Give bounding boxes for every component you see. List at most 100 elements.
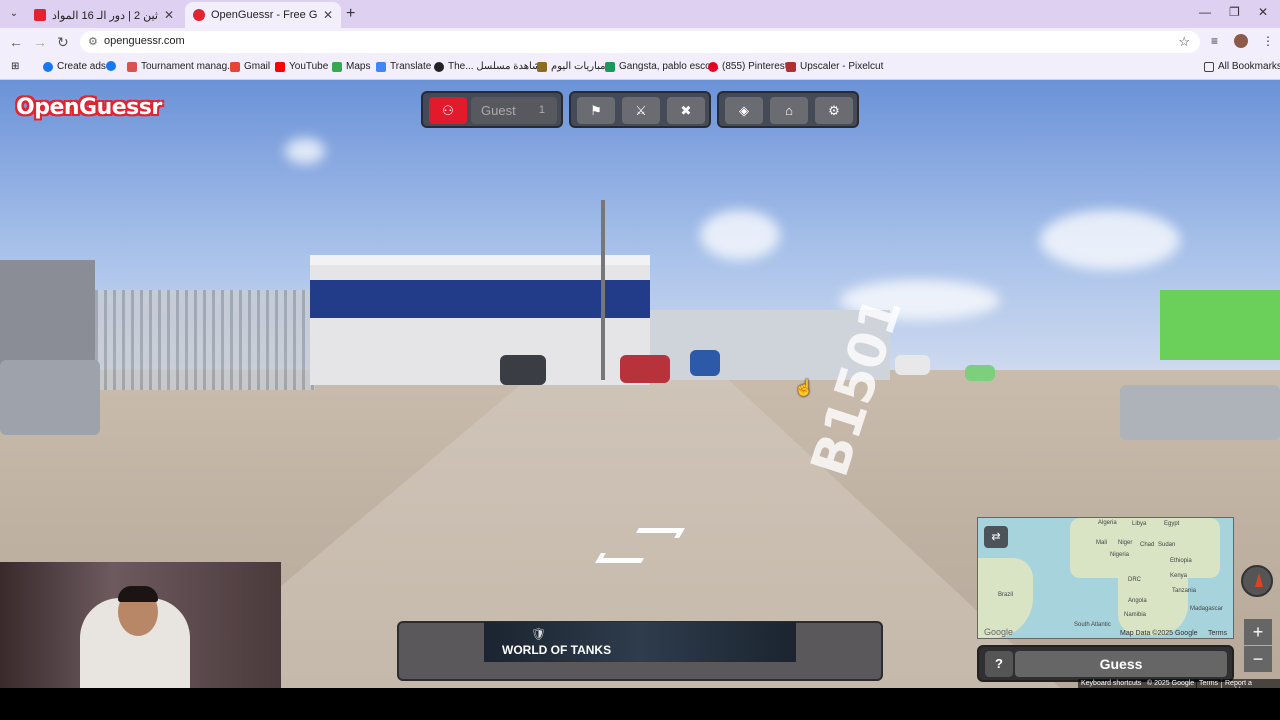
player-name: Guest [481,103,516,118]
map-label: DRC [1128,577,1141,583]
battle-button[interactable]: ✖ [667,97,705,124]
street-lamp [601,200,605,380]
bookmark-series[interactable]: The... مشاهدة مسلسل [434,61,546,72]
add-user-button[interactable]: ⚇ [429,97,467,124]
map-label: Nigeria [1110,552,1130,558]
map-label: Chad [1140,542,1155,548]
google-map-logo: Google [984,627,1014,637]
address-bar-row: ← → ↻ ⚙ openguessr.com ☆ ≡ ⋮ [0,28,1280,56]
bookmark-translate[interactable]: Translate [376,61,431,72]
tab-title: OpenGuessr - Free GeoGuessr Alt [211,9,317,21]
ad-label: WORLD OF TANKS [502,643,612,657]
map-label: Namibia [1124,612,1147,618]
map-label: Madagascar [1190,606,1224,612]
tab-search-icon[interactable]: ⌄ [6,6,22,22]
tab-openguessr[interactable]: OpenGuessr - Free GeoGuessr Alt ✕ [185,2,341,28]
bookmark-gmail[interactable]: Gmail [230,61,270,72]
forward-icon[interactable]: → [33,34,47,50]
tab-title: تحدي الثلاثين 2 | دور الـ 16 المواد [52,9,158,22]
map-label: Sudan [1158,542,1176,548]
leaderboard-button[interactable]: ⚑ [577,97,615,124]
close-tab-icon[interactable]: ✕ [323,8,333,22]
player-points: 1 [538,104,545,116]
guess-button[interactable]: Guess [1015,651,1227,677]
minimize-icon[interactable]: — [1199,5,1211,19]
openguessr-logo[interactable]: OpenGuessr [16,95,162,120]
map-label: Tanzania [1172,588,1197,594]
move-forward-arrow[interactable] [633,528,685,538]
close-window-icon[interactable]: ✕ [1258,5,1268,19]
map-label: Brazil [998,592,1014,598]
bottom-bar [0,688,1280,720]
cloud [700,210,780,260]
bookmark-gangsta[interactable]: Gangsta, pablo esco... [605,61,719,72]
reload-icon[interactable]: ↻ [57,34,69,51]
map-label: Mali [1096,540,1108,546]
close-tab-icon[interactable]: ✕ [164,8,174,22]
profile-avatar[interactable] [1234,34,1248,48]
building [1160,290,1280,360]
zoom-out-button[interactable]: − [1244,646,1272,672]
bookmark-youtube[interactable]: YouTube [275,61,328,72]
tank-logo-icon: 🛡 [531,627,547,641]
map-attribution: Map Data ©2025 Google [1120,630,1198,637]
cloud [285,138,325,164]
bookmark-facebook[interactable] [106,61,120,71]
map-label: Libya [1132,521,1147,527]
zoom-in-button[interactable]: + [1244,619,1272,645]
learn-button[interactable]: ⌂ [770,97,808,124]
media-control-icon[interactable]: ≡ [1211,34,1218,48]
site-info-icon[interactable]: ⚙ [88,35,98,48]
bookmark-pixelcut[interactable]: Upscaler - Pixelcut [786,61,883,72]
map-land [978,558,1033,638]
map-label: Ethiopia [1170,558,1192,564]
terms-link[interactable]: Terms [1196,679,1222,688]
map-label: Angola [1128,598,1147,604]
keyboard-shortcuts-link[interactable]: Keyboard shortcuts [1078,679,1145,688]
map-label: Egypt [1164,521,1180,527]
new-tab-icon[interactable]: + [346,5,355,23]
bookmark-maps[interactable]: Maps [332,61,370,72]
car [620,355,670,383]
bookmark-pinterest[interactable]: (855) Pinterest [708,61,788,72]
bookmark-tournament[interactable]: Tournament manag... [127,61,236,72]
bookmark-matches[interactable]: مباريات اليوم [537,61,605,72]
player-group: ⚇ Guest 1 [421,91,563,128]
webcam-overlay [0,562,281,688]
streamer-hair [118,586,158,602]
map-label: Kenya [1170,573,1188,579]
player-card[interactable]: Guest 1 [471,97,557,124]
expand-map-icon[interactable]: ⇄ [984,526,1008,548]
copyright-text: © 2025 Google [1144,679,1198,688]
car [0,360,100,435]
cloud [1040,210,1180,270]
bookmark-star-icon[interactable]: ☆ [1178,34,1190,50]
layers-button[interactable]: ◈ [725,97,763,124]
tab-youtube[interactable]: تحدي الثلاثين 2 | دور الـ 16 المواد ✕ [26,2,182,28]
car [965,365,995,381]
compass-icon[interactable] [1241,565,1273,597]
help-button[interactable]: ? [985,651,1013,677]
map-label: Algeria [1098,520,1117,526]
shop-sign [310,280,650,318]
building [310,255,650,385]
settings-gear-button[interactable]: ⚙ [815,97,853,124]
multiplayer-button[interactable]: ⚔ [622,97,660,124]
youtube-favicon-icon [34,9,46,21]
menu-icon[interactable]: ⋮ [1262,34,1274,48]
map-terms-link[interactable]: Terms [1208,630,1227,637]
guess-minimap[interactable]: Algeria Libya Egypt Mali Niger Chad Suda… [977,517,1234,639]
back-icon[interactable]: ← [9,34,23,50]
apps-icon[interactable]: ⊞ [11,61,19,72]
map-label: South Atlantic [1074,622,1111,628]
move-back-arrow[interactable] [595,553,647,563]
openguessr-favicon-icon [193,9,205,21]
bookmark-create-ads[interactable]: Create ads [43,61,106,72]
all-bookmarks[interactable]: All Bookmarks [1204,61,1280,72]
url-text[interactable]: openguessr.com [104,35,185,47]
map-label: Niger [1118,540,1133,546]
tab-bar: ⌄ تحدي الثلاثين 2 | دور الـ 16 المواد ✕ … [0,0,1280,28]
restore-icon[interactable]: ❐ [1229,5,1240,19]
url-bar[interactable]: ⚙ openguessr.com ☆ [80,31,1200,53]
hand-cursor-icon: ☝ [794,380,814,397]
